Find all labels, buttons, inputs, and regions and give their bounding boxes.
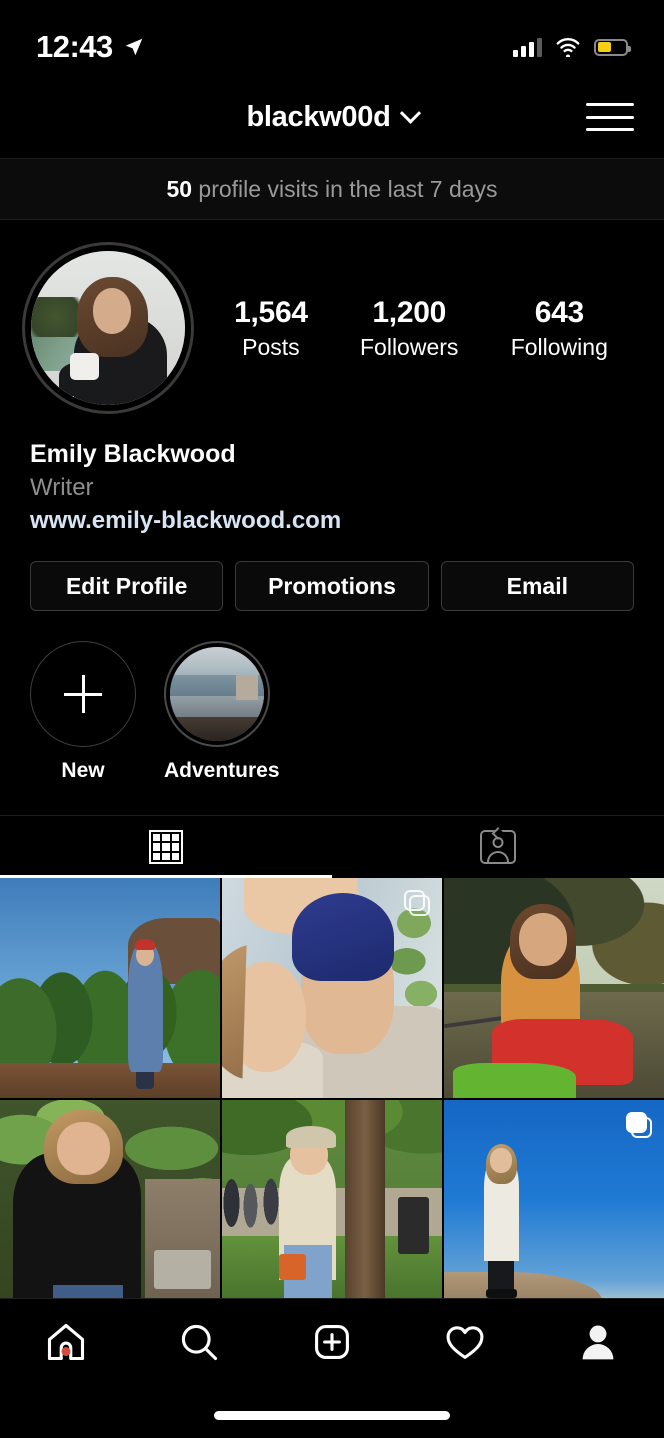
status-time: 12:43 [36, 29, 113, 64]
grid-post-2[interactable] [222, 878, 442, 1098]
stat-posts[interactable]: 1,564 Posts [234, 296, 308, 361]
profile-category: Writer [30, 474, 94, 501]
chevron-down-icon [399, 102, 421, 124]
christmas-tree-farm-photo [0, 878, 220, 1098]
grid-icon [149, 830, 183, 864]
status-bar-right [513, 37, 631, 57]
hamburger-menu-icon[interactable] [586, 100, 634, 134]
tagged-person-icon [480, 827, 516, 864]
nav-profile[interactable] [531, 1320, 664, 1364]
profile-visits-count: 50 [166, 175, 193, 202]
cellular-signal-icon [513, 37, 542, 57]
profile-action-buttons: Edit Profile Promotions Email [0, 535, 664, 611]
posts-count: 1,564 [234, 295, 308, 329]
nav-search[interactable] [133, 1320, 266, 1364]
search-icon [182, 1324, 218, 1361]
grid-post-3[interactable] [444, 878, 664, 1098]
plus-icon [30, 641, 136, 747]
username-title-button[interactable]: blackw00d [246, 100, 421, 134]
tab-grid[interactable] [0, 816, 332, 878]
stat-followers[interactable]: 1,200 Followers [360, 296, 458, 361]
stat-following[interactable]: 643 Following [511, 296, 608, 361]
profile-stats: 1,564 Posts 1,200 Followers 643 Followin… [194, 296, 634, 361]
following-label: Following [510, 333, 608, 360]
highlight-new-label: New [61, 759, 105, 782]
home-indicator-bar [214, 1411, 450, 1420]
nav-create[interactable] [266, 1320, 399, 1364]
page-title: blackw00d [246, 100, 391, 133]
profile-bio: Emily Blackwood Writer www.emily-blackwo… [0, 414, 664, 535]
promotions-button[interactable]: Promotions [235, 561, 429, 611]
followers-label: Followers [360, 333, 459, 360]
carousel-icon [404, 890, 430, 916]
bottom-tab-bar [0, 1298, 664, 1438]
highlight-cover-harbor [164, 641, 270, 747]
avatar[interactable] [22, 242, 194, 414]
posts-label: Posts [242, 333, 300, 360]
profile-full-name: Emily Blackwood [30, 440, 236, 468]
add-post-icon [315, 1325, 349, 1359]
status-bar: 12:43 [0, 0, 664, 76]
posts-grid [0, 878, 664, 1320]
profile-avatar-icon [582, 1325, 613, 1360]
black-cardigan-tropical-photo [0, 1100, 220, 1320]
profile-visits-banner[interactable]: 50 profile visits in the last 7 days [0, 158, 664, 220]
following-count: 643 [534, 295, 584, 329]
status-bar-left: 12:43 [36, 29, 145, 65]
battery-icon [594, 38, 631, 56]
profile-tabs [0, 815, 664, 878]
top-nav-bar: blackw00d [0, 76, 664, 158]
heart-icon [446, 1326, 484, 1359]
nav-activity[interactable] [398, 1320, 531, 1364]
followers-count: 1,200 [372, 295, 446, 329]
grid-post-4[interactable] [0, 1100, 220, 1320]
nav-home[interactable] [0, 1320, 133, 1364]
tab-tagged[interactable] [332, 816, 664, 878]
grid-post-6[interactable] [444, 1100, 664, 1320]
edit-profile-button[interactable]: Edit Profile [30, 561, 224, 611]
profile-website-link[interactable]: www.emily-blackwood.com [30, 507, 634, 535]
wifi-icon [556, 38, 580, 57]
highlight-new[interactable]: New [30, 641, 136, 783]
kayaking-river-photo [444, 878, 664, 1098]
story-highlights: New Adventures [0, 611, 664, 783]
carousel-icon [626, 1112, 652, 1138]
highlight-adventures-label: Adventures [164, 759, 280, 782]
instagram-profile-screen: 12:43 blackw00d 50 profile visits in the… [0, 0, 664, 1438]
profile-visits-text: 50 profile visits in the last 7 days [166, 175, 498, 202]
grid-post-1[interactable] [0, 878, 220, 1098]
profile-header: 1,564 Posts 1,200 Followers 643 Followin… [0, 220, 664, 414]
grid-post-5[interactable] [222, 1100, 442, 1320]
home-notification-badge [61, 1347, 71, 1356]
email-button[interactable]: Email [440, 561, 634, 611]
highlight-adventures[interactable]: Adventures [164, 641, 280, 783]
home-icon [48, 1323, 85, 1361]
park-orange-bag-photo [222, 1100, 442, 1320]
location-arrow-icon [125, 38, 143, 56]
